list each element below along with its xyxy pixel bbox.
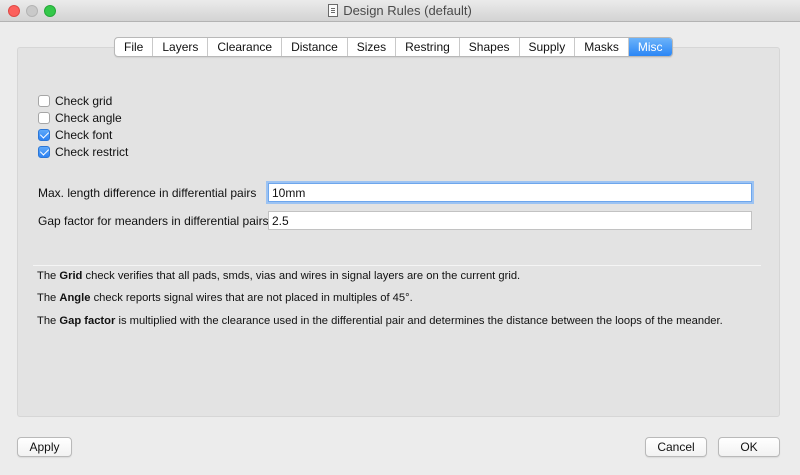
check-angle-label: Check angle <box>55 110 122 125</box>
help-grid-post: check verifies that all pads, smds, vias… <box>82 270 521 282</box>
check-options: Check grid Check angle Check font Check … <box>38 92 128 160</box>
tab-distance[interactable]: Distance <box>282 38 348 56</box>
check-angle-option[interactable]: Check angle <box>38 109 128 126</box>
cancel-button[interactable]: Cancel <box>645 437 707 457</box>
tab-misc[interactable]: Misc <box>628 38 672 56</box>
ok-button[interactable]: OK <box>718 437 780 457</box>
check-font-checkbox[interactable] <box>38 128 50 141</box>
max-length-label: Max. length difference in differential p… <box>38 186 257 200</box>
help-gap: The Gap factor is multiplied with the cl… <box>37 315 723 327</box>
separator <box>33 265 761 266</box>
help-angle: The Angle check reports signal wires tha… <box>37 292 413 304</box>
title-bar[interactable]: Design Rules (default) <box>0 0 800 22</box>
check-grid-option[interactable]: Check grid <box>38 92 128 109</box>
check-font-option[interactable]: Check font <box>38 126 128 143</box>
tab-masks[interactable]: Masks <box>575 38 629 56</box>
help-grid-bold: Grid <box>59 270 83 282</box>
check-restrict-option[interactable]: Check restrict <box>38 143 128 160</box>
tab-supply[interactable]: Supply <box>520 38 576 56</box>
help-angle-pre: The <box>37 292 60 304</box>
document-icon <box>328 4 339 17</box>
help-grid-pre: The <box>37 270 60 282</box>
misc-panel <box>17 47 780 417</box>
help-gap-post: is multiplied with the clearance used in… <box>115 315 723 327</box>
check-grid-checkbox[interactable] <box>38 94 50 107</box>
tab-sizes[interactable]: Sizes <box>348 38 397 56</box>
window-title: Design Rules (default) <box>343 3 472 18</box>
help-gap-pre: The <box>37 315 60 327</box>
max-length-input[interactable] <box>268 183 752 202</box>
help-grid: The Grid check verifies that all pads, s… <box>37 270 520 282</box>
tab-shapes[interactable]: Shapes <box>460 38 520 56</box>
tab-restring[interactable]: Restring <box>396 38 460 56</box>
check-restrict-label: Check restrict <box>55 144 129 159</box>
help-angle-bold: Angle <box>59 292 91 304</box>
check-restrict-checkbox[interactable] <box>38 145 50 158</box>
check-font-label: Check font <box>55 127 113 142</box>
tab-layers[interactable]: Layers <box>153 38 209 56</box>
tab-bar: File Layers Clearance Distance Sizes Res… <box>114 37 673 57</box>
apply-button[interactable]: Apply <box>17 437 72 457</box>
tab-clearance[interactable]: Clearance <box>208 38 283 56</box>
check-grid-label: Check grid <box>55 93 113 108</box>
tab-file[interactable]: File <box>115 38 154 56</box>
help-angle-post: check reports signal wires that are not … <box>90 292 413 304</box>
design-rules-window: Design Rules (default) File Layers Clear… <box>0 0 800 475</box>
gap-factor-label: Gap factor for meanders in differential … <box>38 214 269 228</box>
window-title-group: Design Rules (default) <box>0 3 800 18</box>
check-angle-checkbox[interactable] <box>38 111 50 124</box>
help-gap-bold: Gap factor <box>59 315 116 327</box>
gap-factor-input[interactable] <box>268 211 752 230</box>
